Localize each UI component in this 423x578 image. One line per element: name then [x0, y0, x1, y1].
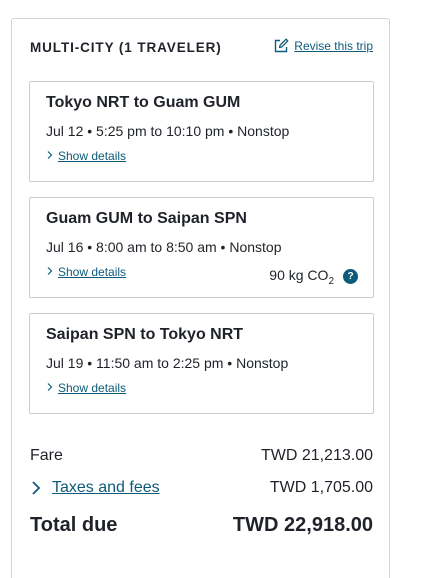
show-details-label: Show details	[58, 149, 127, 163]
flight-card: Saipan SPN to Tokyo NRT Jul 19 • 11:50 a…	[29, 313, 374, 414]
co2-value: 90 kg CO2	[269, 267, 334, 287]
chevron-right-icon	[30, 480, 42, 496]
trip-type-title: MULTI-CITY (1 TRAVELER)	[30, 40, 222, 55]
flight-info: Jul 16 • 8:00 am to 8:50 am • Nonstop	[46, 239, 282, 255]
trip-header: MULTI-CITY (1 TRAVELER) Revise this trip	[30, 38, 373, 58]
show-details-label: Show details	[58, 381, 127, 395]
co2-emissions: 90 kg CO2 ?	[269, 267, 358, 287]
show-details-link[interactable]: Show details	[46, 265, 126, 279]
flight-route: Guam GUM to Saipan SPN	[46, 210, 247, 227]
edit-icon	[273, 38, 289, 54]
flight-card: Guam GUM to Saipan SPN Jul 16 • 8:00 am …	[29, 197, 374, 298]
flight-route: Tokyo NRT to Guam GUM	[46, 94, 241, 111]
taxes-and-fees-label: Taxes and fees	[52, 479, 160, 496]
total-value: TWD 22,918.00	[232, 514, 373, 536]
flight-route: Saipan SPN to Tokyo NRT	[46, 326, 244, 343]
chevron-right-icon	[46, 379, 54, 391]
revise-trip-label: Revise this trip	[294, 39, 373, 53]
chevron-right-icon	[46, 147, 54, 159]
flight-info: Jul 19 • 11:50 am to 2:25 pm • Nonstop	[46, 355, 289, 371]
total-label: Total due	[30, 514, 118, 536]
help-icon[interactable]: ?	[343, 269, 358, 285]
show-details-label: Show details	[58, 265, 127, 279]
fare-value: TWD 21,213.00	[260, 447, 373, 464]
taxes-and-fees-toggle[interactable]: Taxes and fees	[30, 479, 160, 497]
flight-card: Tokyo NRT to Guam GUM Jul 12 • 5:25 pm t…	[29, 81, 374, 182]
flight-info: Jul 12 • 5:25 pm to 10:10 pm • Nonstop	[46, 123, 290, 139]
fare-label: Fare	[30, 447, 63, 464]
show-details-link[interactable]: Show details	[46, 149, 126, 163]
taxes-value: TWD 1,705.00	[269, 479, 373, 496]
revise-trip-link[interactable]: Revise this trip	[273, 38, 373, 54]
chevron-right-icon	[46, 263, 54, 275]
show-details-link[interactable]: Show details	[46, 381, 126, 395]
trip-summary-panel: MULTI-CITY (1 TRAVELER) Revise this trip…	[11, 18, 390, 578]
